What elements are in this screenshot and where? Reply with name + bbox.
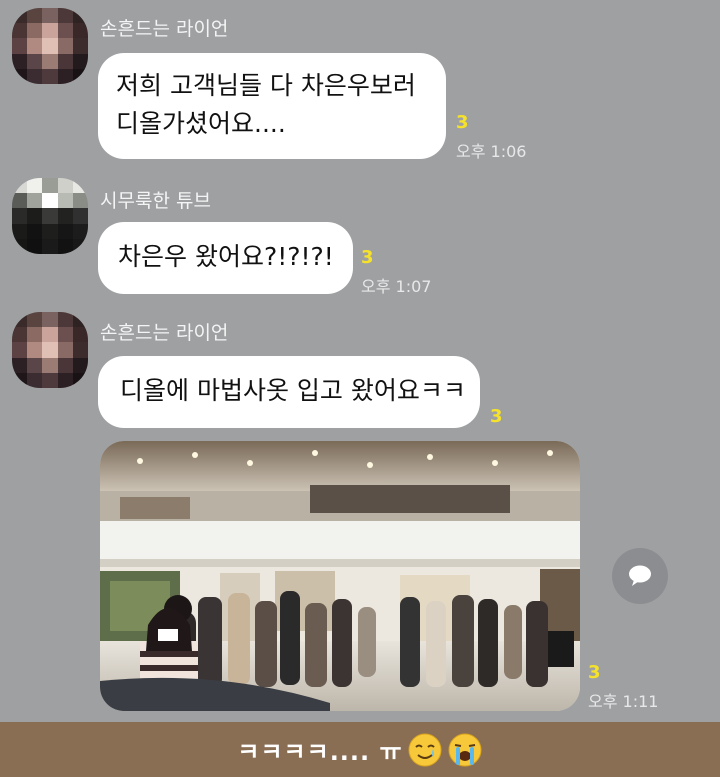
avatar[interactable] [12,178,88,254]
sender-name: 시무룩한 튜브 [100,190,211,212]
share-button[interactable] [612,548,668,604]
caption-bar: ㅋㅋㅋㅋ.... ㅠ [0,722,720,777]
message-line: 디올에 마법사옷 입고 왔어요ㅋㅋ [120,376,466,405]
loudly-crying-face-icon [448,733,482,766]
unread-count: 3 [588,662,601,683]
avatar[interactable] [12,312,88,388]
message-time: 오후 1:11 [588,692,659,711]
message-line: 차은우 왔어요?!?!?! [118,242,334,271]
avatar[interactable] [12,8,88,84]
message-line: 저희 고객님들 다 차은우보러 [116,71,416,100]
photo-message[interactable] [100,441,580,711]
sender-name: 손흔드는 라이언 [100,18,229,40]
message-time: 오후 1:06 [456,142,527,161]
unread-count: 3 [490,406,503,427]
message-bubble[interactable]: 디올에 마법사옷 입고 왔어요ㅋㅋ [98,356,480,428]
store-crowd-photo [100,441,580,711]
sender-name: 손흔드는 라이언 [100,322,229,344]
caption-text: ㅋㅋㅋㅋ.... ㅠ [237,738,403,766]
message-bubble[interactable]: 저희 고객님들 다 차은우보러 디올가셨어요.... [98,53,446,159]
smiling-face-with-tear-icon [408,733,442,766]
message-time: 오후 1:07 [361,277,432,296]
chat-window: 손흔드는 라이언 저희 고객님들 다 차은우보러 디올가셨어요.... 3 오후… [0,0,720,722]
unread-count: 3 [361,247,374,268]
message-bubble[interactable]: 차은우 왔어요?!?!?! [98,222,353,294]
message-line: 디올가셨어요.... [116,109,286,138]
speech-bubble-icon [629,565,651,586]
unread-count: 3 [456,112,469,133]
